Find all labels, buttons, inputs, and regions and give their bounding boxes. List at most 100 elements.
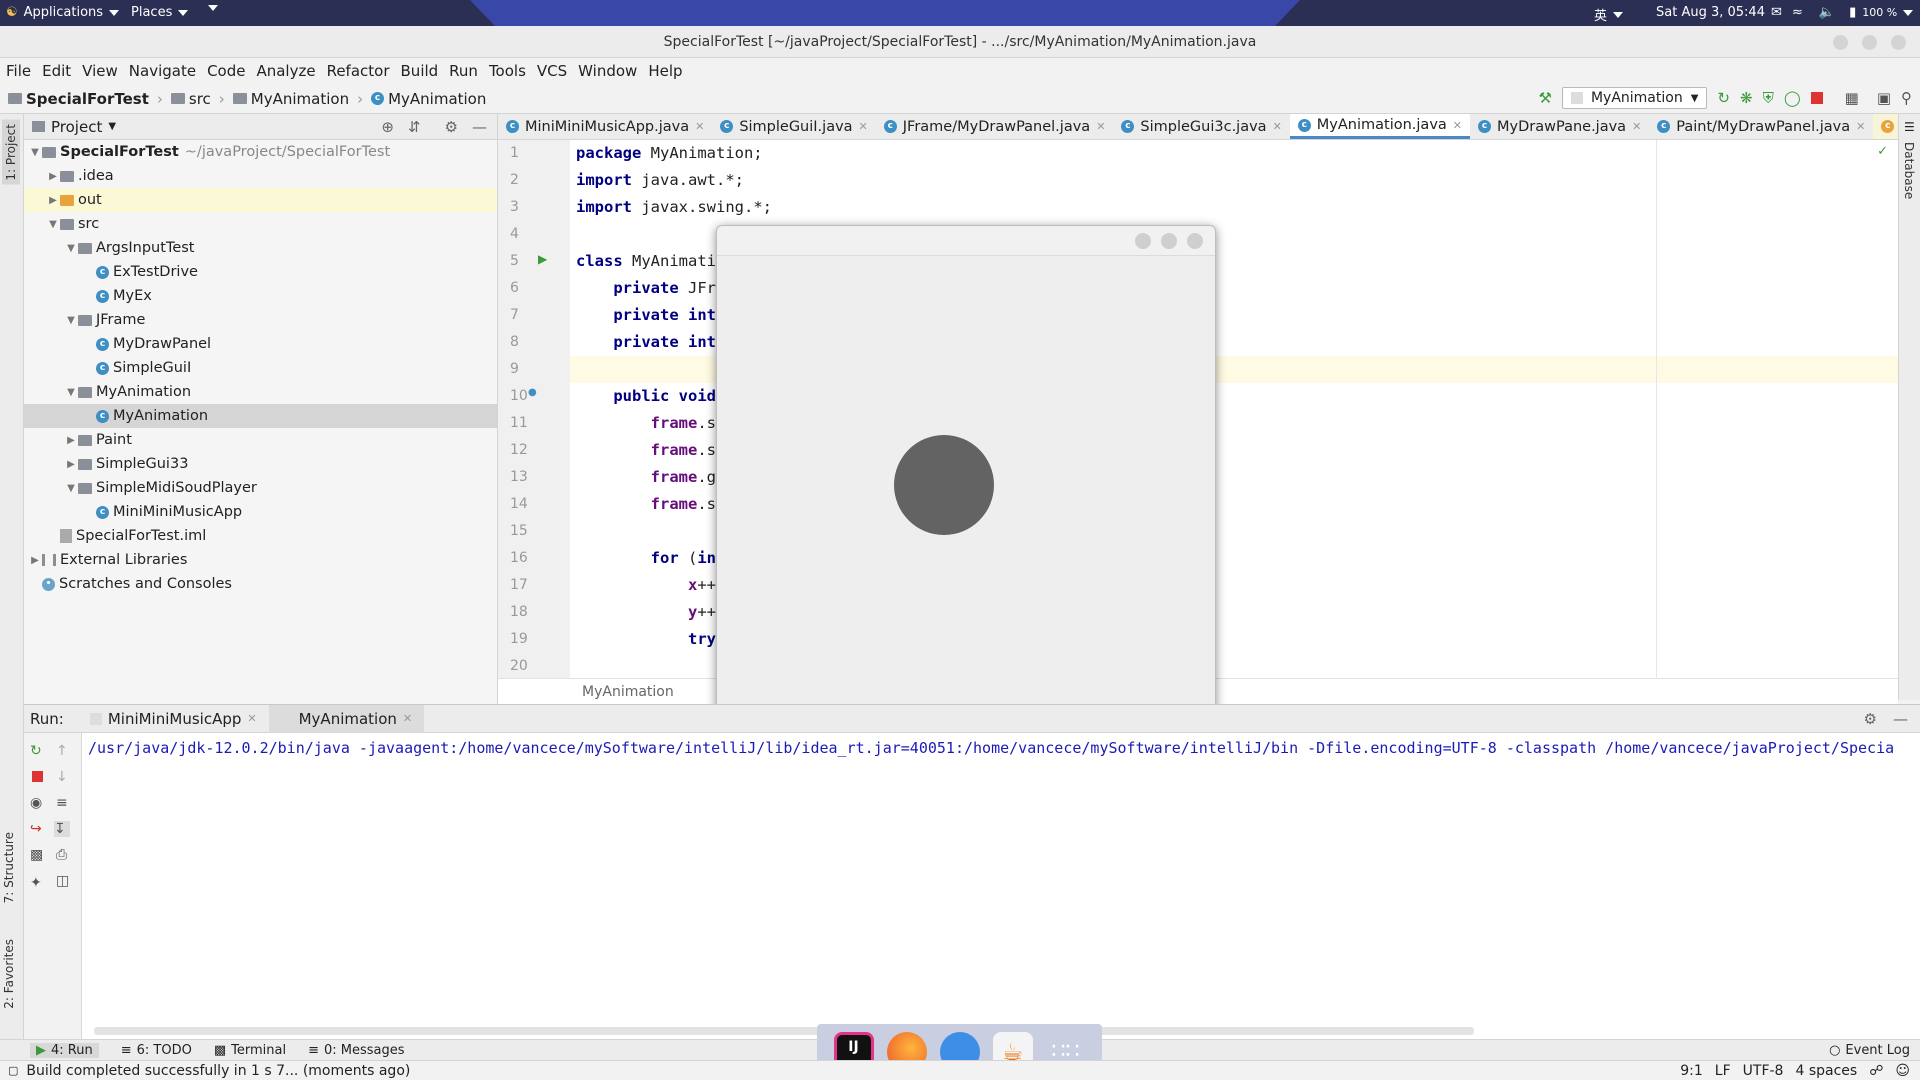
run-configuration-select[interactable]: MyAnimation ▼ [1561, 87, 1708, 109]
structure-tool-tab[interactable]: 7: Structure [2, 832, 16, 903]
indent-setting[interactable]: 4 spaces [1795, 1063, 1857, 1079]
editor-tab[interactable]: c Paint/MyDrawPanel.java ✕ [1649, 114, 1873, 139]
editor-tab[interactable]: c JFrame/MyDrawPanel.java ✕ [876, 114, 1114, 139]
close-tab-icon[interactable]: ✕ [695, 120, 704, 133]
animation-minimize-button[interactable] [1135, 233, 1151, 249]
database-tool-tab[interactable]: Database [1902, 142, 1916, 199]
tree-item[interactable]: c MyAnimation [24, 404, 497, 428]
bottom-tab-messages[interactable]: ≡ 0: Messages [308, 1043, 404, 1058]
menu-tools[interactable]: Tools [489, 62, 526, 80]
trash-icon[interactable]: ◫ [56, 873, 72, 889]
animation-frame-window[interactable] [716, 225, 1216, 725]
breadcrumb-project[interactable]: SpecialForTest › [8, 90, 163, 108]
console-horizontal-scrollbar[interactable] [94, 1027, 1474, 1035]
favorites-tool-tab[interactable]: 2: Favorites [2, 939, 16, 1009]
editor-tab[interactable]: c MiniMiniMusicApp.java ✕ [498, 114, 712, 139]
tree-item[interactable]: c MiniMiniMusicApp [24, 500, 497, 524]
close-tab-icon[interactable]: ✕ [1453, 119, 1462, 132]
bottom-tab-terminal[interactable]: ▩ Terminal [214, 1043, 286, 1058]
menu-vcs[interactable]: VCS [537, 62, 567, 80]
expanded-arrow-icon[interactable]: ▼ [46, 219, 60, 230]
collapsed-arrow-icon[interactable]: ▶ [46, 195, 60, 206]
editor-tab[interactable]: c SimpleGui3c.java ✕ [1113, 114, 1289, 139]
project-view-select[interactable]: Project [51, 118, 102, 136]
editor-tab[interactable]: cJComponer [1873, 114, 1898, 139]
tree-item[interactable]: • Scratches and Consoles [24, 572, 497, 596]
tree-item[interactable]: ▼ MyAnimation [24, 380, 497, 404]
editor-tab[interactable]: c MyAnimation.java ✕ [1289, 114, 1471, 139]
tree-item[interactable]: c MyDrawPanel [24, 332, 497, 356]
menu-analyze[interactable]: Analyze [256, 62, 315, 80]
close-button[interactable] [1891, 35, 1906, 50]
close-tab-icon[interactable]: ✕ [1632, 120, 1641, 133]
tree-item[interactable]: ▶ External Libraries [24, 548, 497, 572]
expanded-arrow-icon[interactable]: ▼ [64, 483, 78, 494]
status-toggle-icon[interactable]: ▢ [8, 1064, 18, 1077]
hide-icon[interactable]: — [1893, 710, 1908, 728]
minimize-button[interactable] [1833, 35, 1848, 50]
project-tool-tab[interactable]: 1: Project [2, 120, 20, 185]
debug-icon[interactable]: ❋ [1740, 89, 1753, 107]
print-icon[interactable]: ⎙ [56, 847, 72, 863]
scroll-to-end-icon[interactable]: ↧ [54, 821, 70, 837]
menu-edit[interactable]: Edit [42, 62, 71, 80]
applications-menu[interactable]: ☯ Applications [6, 5, 120, 20]
input-method-indicator[interactable]: 英 [1594, 5, 1624, 24]
window-menu[interactable] [208, 5, 218, 11]
tree-item[interactable]: ▼ JFrame [24, 308, 497, 332]
close-tab-icon[interactable]: ✕ [859, 120, 868, 133]
breadcrumb-package[interactable]: MyAnimation › [232, 90, 363, 108]
expanded-arrow-icon[interactable]: ▼ [64, 243, 78, 254]
maximize-button[interactable] [1862, 35, 1877, 50]
editor-tab[interactable]: c SimpleGuiI.java ✕ [712, 114, 875, 139]
clock[interactable]: Sat Aug 3, 05:44 ✉ [1656, 5, 1782, 20]
close-tab-icon[interactable]: ✕ [1096, 120, 1105, 133]
profile-icon[interactable]: ◯ [1784, 89, 1801, 107]
system-status-area[interactable]: ≈ 🔈 ▮ 100 % [1792, 5, 1914, 20]
search-icon[interactable]: ⚲ [1901, 89, 1912, 107]
tree-item[interactable]: SpecialForTest.iml [24, 524, 497, 548]
project-structure-icon[interactable]: ▦ [1845, 89, 1859, 107]
close-tab-icon[interactable]: ✕ [1856, 120, 1865, 133]
animation-maximize-button[interactable] [1161, 233, 1177, 249]
exit-icon[interactable]: ↪ [30, 821, 46, 837]
tree-item[interactable]: ▶ .idea [24, 164, 497, 188]
console-output[interactable]: /usr/java/jdk-12.0.2/bin/java -javaagent… [88, 739, 1918, 757]
coverage-icon[interactable]: ⛨ [1763, 89, 1774, 107]
places-menu[interactable]: Places [131, 5, 189, 20]
build-hammer-icon[interactable]: ⚒ [1539, 89, 1552, 107]
menu-navigate[interactable]: Navigate [129, 62, 196, 80]
stop-icon[interactable] [32, 771, 43, 782]
menu-refactor[interactable]: Refactor [327, 62, 390, 80]
tree-item[interactable]: c SimpleGuiI [24, 356, 497, 380]
menu-window[interactable]: Window [578, 62, 637, 80]
expanded-arrow-icon[interactable]: ▼ [64, 387, 78, 398]
menu-file[interactable]: File [6, 62, 31, 80]
bottom-tab-todo[interactable]: ≡ 6: TODO [121, 1043, 192, 1058]
file-encoding[interactable]: UTF-8 [1743, 1063, 1784, 1079]
menu-help[interactable]: Help [648, 62, 682, 80]
tree-item[interactable]: ▶ out [24, 188, 497, 212]
tree-item[interactable]: ▶ Paint [24, 428, 497, 452]
caret-position[interactable]: 9:1 [1680, 1063, 1703, 1079]
close-icon[interactable]: ✕ [247, 712, 256, 725]
collapse-all-icon[interactable]: ⇵ [408, 118, 421, 136]
collapsed-arrow-icon[interactable]: ▶ [46, 171, 60, 182]
stop-icon[interactable] [1810, 92, 1823, 104]
animation-close-button[interactable] [1187, 233, 1203, 249]
terminal-window-icon[interactable]: ▣ [1877, 89, 1891, 107]
inspector-icon[interactable]: ☺ [1895, 1063, 1910, 1079]
rerun-icon[interactable]: ↻ [30, 743, 46, 759]
tree-item[interactable]: ▼ SpecialForTest ~/javaProject/SpecialForT… [24, 140, 497, 164]
collapsed-arrow-icon[interactable]: ▶ [64, 459, 78, 470]
hide-icon[interactable]: — [472, 118, 487, 136]
tree-item[interactable]: c MyEx [24, 284, 497, 308]
expanded-arrow-icon[interactable]: ▼ [64, 315, 78, 326]
run-gutter-icon[interactable]: ▶ [538, 252, 547, 266]
tree-item[interactable]: ▼ SimpleMidiSoudPlayer [24, 476, 497, 500]
tree-item[interactable]: c ExTestDrive [24, 260, 497, 284]
expanded-arrow-icon[interactable]: ▼ [28, 147, 42, 158]
implements-gutter-icon[interactable]: ● [528, 387, 537, 398]
animation-window-title-bar[interactable] [717, 226, 1215, 256]
close-icon[interactable]: ✕ [403, 712, 412, 725]
